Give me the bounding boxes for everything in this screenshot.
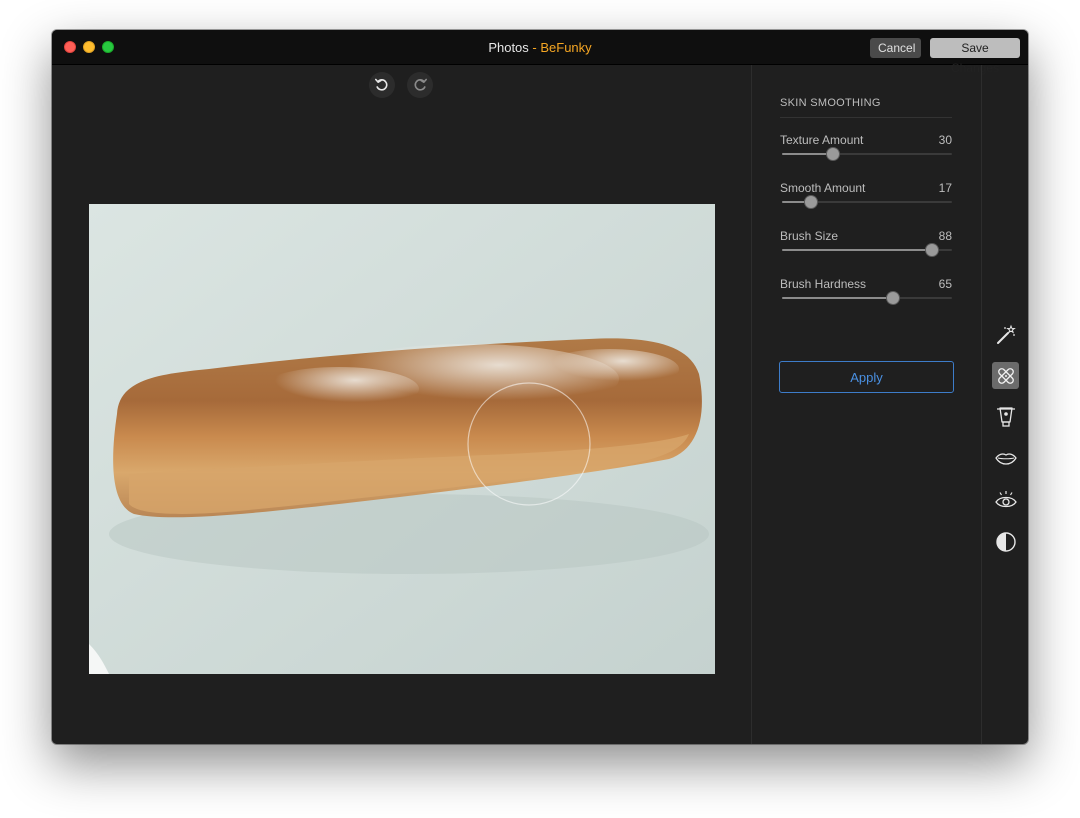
slider-track[interactable] [782,147,952,161]
slider-fill [782,249,932,251]
panel-title: SKIN SMOOTHING [780,97,881,109]
cancel-button[interactable]: Cancel [870,38,921,58]
contrast-icon [995,531,1016,552]
tool-sidebar [982,65,1028,744]
bandage-icon [997,367,1014,384]
tool-magic-wand[interactable] [992,321,1019,348]
tool-contrast[interactable] [992,528,1019,555]
canvas-area [52,65,751,744]
redo-icon [414,78,427,91]
slider-track[interactable] [782,243,952,257]
lips-icon [994,452,1017,465]
magic-wand-icon [996,324,1016,344]
slider-thumb[interactable] [803,195,818,209]
tool-lips[interactable] [992,444,1019,471]
smooth-amount-slider: Smooth Amount 17 [780,181,952,221]
app-window: Photos - BeFunky Cancel Save Changes SKI… [52,30,1028,744]
bread-photo [89,204,715,674]
title-separator: - [528,40,541,55]
tool-tube[interactable] [992,403,1019,430]
undo-button[interactable] [369,72,395,98]
slider-label: Brush Size [780,229,839,243]
brush-size-slider: Brush Size 88 [780,229,952,269]
slider-fill [782,297,893,299]
slider-track[interactable] [782,291,952,305]
title-brand: BeFunky [540,40,592,55]
slider-value: 65 [938,277,952,291]
tool-skin-smoothing[interactable] [992,362,1019,389]
slider-label: Smooth Amount [780,181,866,195]
tube-icon [996,406,1015,427]
skin-smoothing-panel: SKIN SMOOTHING Texture Amount 30 Smooth … [752,65,981,744]
slider-label: Brush Hardness [780,277,867,291]
slider-label: Texture Amount [780,133,864,147]
slider-track[interactable] [782,195,952,209]
slider-value: 30 [938,133,952,147]
eye-icon [994,490,1017,507]
slider-thumb[interactable] [826,147,840,161]
title-app: Photos [488,40,529,55]
undo-icon [375,78,388,91]
photo-canvas[interactable] [89,204,715,674]
brush-hardness-slider: Brush Hardness 65 [780,277,952,317]
redo-button[interactable] [407,72,433,98]
texture-amount-slider: Texture Amount 30 [780,133,952,173]
panel-rule [780,117,952,118]
slider-value: 88 [938,229,952,243]
title-bar: Photos - BeFunky Cancel Save Changes [52,30,1028,75]
apply-button[interactable]: Apply [779,361,954,393]
slider-thumb[interactable] [924,243,939,257]
tool-eye[interactable] [992,486,1019,513]
save-changes-button[interactable]: Save Changes [930,38,1020,75]
slider-value: 17 [938,181,952,195]
slider-thumb[interactable] [885,291,900,305]
